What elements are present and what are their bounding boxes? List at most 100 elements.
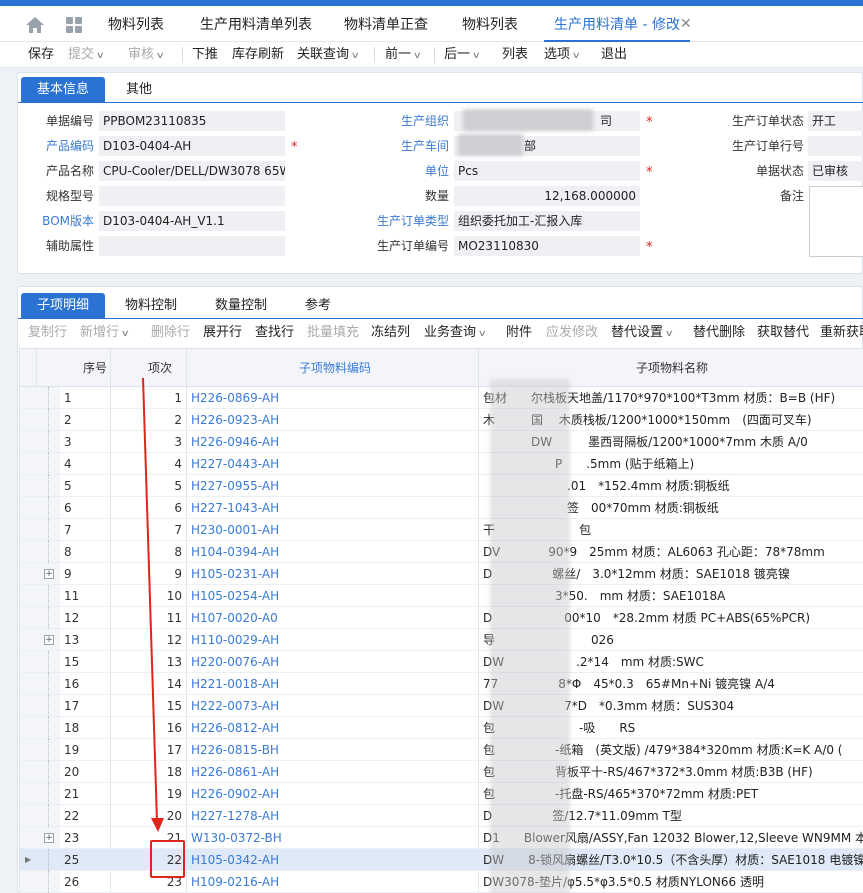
table-row[interactable]: 18 16 H226-0812-AH 包 -吸 RS xyxy=(20,717,863,739)
table-row[interactable]: +9 9 H105-0231-AH D 螺丝/ 3.0*12mm 材质：SAE1018… xyxy=(20,563,863,585)
remark-textarea[interactable] xyxy=(809,186,863,257)
cell-material-code[interactable]: H105-0254-AH xyxy=(191,585,481,607)
prev-button[interactable]: 前一 ∨ xyxy=(385,42,422,68)
sub-setting-button[interactable]: 替代设置 ∨ xyxy=(611,320,674,346)
submit-button[interactable]: 提交 ∨ xyxy=(68,42,105,68)
table-row[interactable]: 15 13 H220-0076-AH DW .2*14 mm 材质:SWC xyxy=(20,651,863,673)
cell-material-code[interactable]: H226-0812-AH xyxy=(191,717,481,739)
unit-field[interactable]: Pcs xyxy=(454,161,640,181)
nav-tab-material-list-2[interactable]: 物料列表 xyxy=(462,6,518,42)
add-row-button[interactable]: 新增行 ∨ xyxy=(80,320,130,346)
doc-no-field[interactable]: PPBOM23110835 xyxy=(99,111,285,131)
save-button[interactable]: 保存 xyxy=(28,42,54,68)
cell-material-code[interactable]: H104-0394-AH xyxy=(191,541,481,563)
table-row[interactable]: 6 6 H227-1043-AH 签 00*70mm 材质:铜板纸 xyxy=(20,497,863,519)
table-row[interactable]: +13 12 H110-0029-AH 导 026 xyxy=(20,629,863,651)
order-status-field[interactable]: 开工 xyxy=(808,111,863,131)
cell-material-code[interactable]: H107-0020-A0 xyxy=(191,607,481,629)
order-type-label[interactable]: 生产订单类型 xyxy=(348,211,449,231)
expand-row-button[interactable]: 展开行 xyxy=(203,320,242,346)
table-row[interactable]: 16 14 H221-0018-AH 77 8*Φ 45*0.3 65#Mn+Ni 镀… xyxy=(20,673,863,695)
nav-tab-bom-query[interactable]: 物料清单正查 xyxy=(344,6,428,42)
app-grid-icon[interactable] xyxy=(64,15,84,35)
cell-material-code[interactable]: H227-1043-AH xyxy=(191,497,481,519)
cell-material-code[interactable]: W130-0372-BH xyxy=(191,827,481,849)
table-row[interactable]: ▶ 25 22 H105-0342-AH DW 8-锁风扇螺丝/T3.0*10.5（不含… xyxy=(20,849,863,871)
table-row[interactable]: 1 1 H226-0869-AH 包材 尔栈板天地盖/1170*970*100*T3m… xyxy=(20,387,863,409)
tab-other[interactable]: 其他 xyxy=(110,77,168,103)
cell-material-code[interactable]: H110-0029-AH xyxy=(191,629,481,651)
cell-material-code[interactable]: H226-0946-AH xyxy=(191,431,481,453)
nav-tab-ppbom-list[interactable]: 生产用料清单列表 xyxy=(200,6,312,42)
product-name-field[interactable]: CPU-Cooler/DELL/DW3078 65W xyxy=(99,161,285,181)
order-type-field[interactable]: 组织委托加工-汇报入库 xyxy=(454,211,640,231)
table-row[interactable]: 21 19 H226-0902-AH 包 -托盘-RS/465*370*72mm 材质… xyxy=(20,783,863,805)
table-row[interactable]: 2 2 H226-0923-AH 木 国 木质栈板/1200*1000*150mm (… xyxy=(20,409,863,431)
stock-refresh-button[interactable]: 库存刷新 xyxy=(232,42,284,68)
unit-label[interactable]: 单位 xyxy=(348,161,449,181)
tab-reference[interactable]: 参考 xyxy=(298,293,338,319)
batch-fill-button[interactable]: 批量填充 xyxy=(307,320,359,346)
bom-version-field[interactable]: D103-0404-AH_V1.1 xyxy=(99,211,285,231)
find-row-button[interactable]: 查找行 xyxy=(255,320,294,346)
attachment-button[interactable]: 附件 xyxy=(506,320,532,346)
table-row[interactable]: 20 18 H226-0861-AH 包 背板平十-RS/467*372*3.0mm … xyxy=(20,761,863,783)
product-code-field[interactable]: D103-0404-AH xyxy=(99,136,285,156)
tab-sub-items[interactable]: 子项明细 xyxy=(21,293,105,319)
prod-org-label[interactable]: 生产组织 xyxy=(348,111,449,131)
cell-material-code[interactable]: H226-0869-AH xyxy=(191,387,481,409)
cell-material-code[interactable]: H109-0216-AH xyxy=(191,871,481,893)
copy-row-button[interactable]: 复制行 xyxy=(28,320,67,346)
issue-modify-button[interactable]: 应发修改 xyxy=(546,320,598,346)
cell-material-code[interactable]: H221-0018-AH xyxy=(191,673,481,695)
aux-attr-field[interactable] xyxy=(99,236,285,256)
cell-material-code[interactable]: H227-0443-AH xyxy=(191,453,481,475)
reget-button[interactable]: 重新获取 xyxy=(820,320,863,346)
tab-qty-control[interactable]: 数量控制 xyxy=(206,293,276,319)
table-row[interactable]: +23 21 W130-0372-BH D1 Blower风扇/ASSY,Fan 12… xyxy=(20,827,863,849)
product-code-label[interactable]: 产品编码 xyxy=(24,136,94,156)
expand-row-icon[interactable]: + xyxy=(44,833,54,843)
cell-material-code[interactable]: H226-0923-AH xyxy=(191,409,481,431)
tab-basic-info[interactable]: 基本信息 xyxy=(21,77,105,103)
table-row[interactable]: 7 7 H230-0001-AH 干 包 xyxy=(20,519,863,541)
link-query-button[interactable]: 关联查询 ∨ xyxy=(297,42,360,68)
biz-query-button[interactable]: 业务查询 ∨ xyxy=(424,320,487,346)
table-row[interactable]: 22 20 H227-1278-AH D 签/12.7*11.09mm T型 xyxy=(20,805,863,827)
options-button[interactable]: 选项 ∨ xyxy=(544,42,581,68)
table-row[interactable]: 17 15 H222-0073-AH DW 7*D *0.3mm 材质：SUS304 xyxy=(20,695,863,717)
qty-field[interactable]: 12,168.000000 xyxy=(454,186,640,206)
expand-row-icon[interactable]: + xyxy=(44,635,54,645)
cell-material-code[interactable]: H222-0073-AH xyxy=(191,695,481,717)
cell-material-code[interactable]: H227-1278-AH xyxy=(191,805,481,827)
cell-material-code[interactable]: H105-0231-AH xyxy=(191,563,481,585)
push-down-button[interactable]: 下推 xyxy=(192,42,218,68)
delete-row-button[interactable]: 删除行 xyxy=(151,320,190,346)
nav-tab-ppbom-edit[interactable]: 生产用料清单 - 修改 xyxy=(544,6,690,42)
table-row[interactable]: 3 3 H226-0946-AH DW 墨西哥隔板/1200*1000*7mm 木质… xyxy=(20,431,863,453)
cell-material-code[interactable]: H227-0955-AH xyxy=(191,475,481,497)
table-row[interactable]: 11 10 H105-0254-AH 3*50. mm 材质：SAE1018A xyxy=(20,585,863,607)
tab-material-control[interactable]: 物料控制 xyxy=(116,293,186,319)
list-button[interactable]: 列表 xyxy=(502,42,528,68)
cell-material-code[interactable]: H226-0902-AH xyxy=(191,783,481,805)
table-row[interactable]: 12 11 H107-0020-A0 D 00*10 *28.2mm 材质 PC+AB… xyxy=(20,607,863,629)
audit-button[interactable]: 审核 ∨ xyxy=(128,42,165,68)
workshop-label[interactable]: 生产车间 xyxy=(348,136,449,156)
next-button[interactable]: 后一 ∨ xyxy=(444,42,481,68)
table-row[interactable]: 19 17 H226-0815-BH 包 -纸箱 (英文版) /479*384*320… xyxy=(20,739,863,761)
close-tab-icon[interactable]: ✕ xyxy=(680,16,692,32)
order-no-field[interactable]: MO23110830 xyxy=(454,236,640,256)
cell-material-code[interactable]: H105-0342-AH xyxy=(191,849,481,871)
cell-material-code[interactable]: H226-0861-AH xyxy=(191,761,481,783)
expand-row-icon[interactable]: + xyxy=(44,569,54,579)
exit-button[interactable]: 退出 xyxy=(601,42,627,68)
cell-material-code[interactable]: H220-0076-AH xyxy=(191,651,481,673)
table-row[interactable]: 8 8 H104-0394-AH DV 90*9 25mm 材质：AL6063 孔心距… xyxy=(20,541,863,563)
cell-material-code[interactable]: H226-0815-BH xyxy=(191,739,481,761)
table-row[interactable]: 26 23 H109-0216-AH DW3078-垫片/φ5.5*φ3.5*0.5 … xyxy=(20,871,863,893)
table-row[interactable]: 4 4 H227-0443-AH P .5mm (贴于纸箱上) xyxy=(20,453,863,475)
col-header-code[interactable]: 子项物料编码 xyxy=(190,349,480,387)
sub-delete-button[interactable]: 替代删除 xyxy=(693,320,745,346)
col-header-seq[interactable]: 序号 xyxy=(60,349,130,387)
